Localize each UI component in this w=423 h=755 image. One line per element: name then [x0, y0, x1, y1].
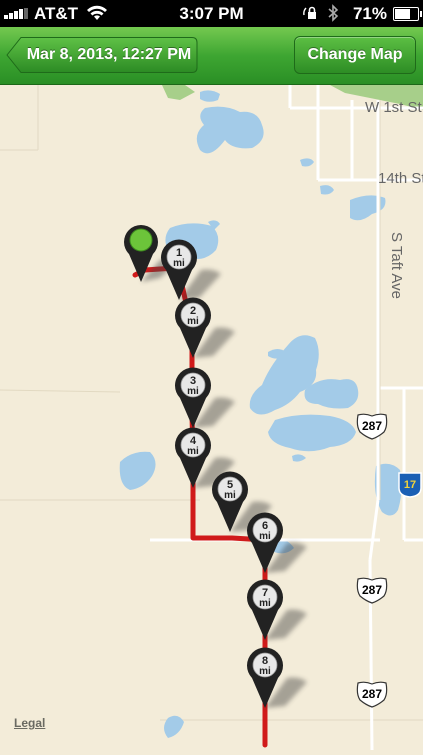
shield-number: 287	[362, 419, 382, 433]
back-button-label: Mar 8, 2013, 12:27 PM	[26, 46, 192, 63]
mile-unit: mi	[187, 446, 199, 457]
road-label: 14th St	[378, 170, 423, 187]
mile-unit: mi	[259, 598, 271, 609]
mile-unit: mi	[187, 316, 199, 327]
road-label: W 1st St	[365, 99, 423, 116]
back-button[interactable]: Mar 8, 2013, 12:27 PM	[6, 36, 198, 74]
status-bar: AT&T 3:07 PM 71%	[0, 0, 423, 27]
battery-icon	[393, 7, 422, 21]
state-route-shield: 17	[398, 472, 422, 498]
mile-unit: mi	[224, 490, 236, 501]
bluetooth-icon	[328, 4, 339, 22]
shield-number: 287	[362, 583, 382, 597]
orientation-lock-icon	[303, 6, 316, 19]
legal-link[interactable]: Legal	[14, 716, 45, 730]
map-view[interactable]: W 1st St 14th St S Taft Ave 1 mi 2 mi 3 mi 4 mi…	[0, 85, 423, 751]
mile-unit: mi	[259, 531, 271, 542]
battery-fill	[395, 9, 410, 19]
shield-number: 17	[404, 479, 416, 491]
start-pin-dot	[129, 228, 153, 252]
road-label: S Taft Ave	[388, 232, 405, 299]
mile-unit: mi	[259, 666, 271, 677]
navigation-bar: Mar 8, 2013, 12:27 PM Change Map	[0, 27, 423, 85]
shield-number: 287	[362, 687, 382, 701]
mile-unit: mi	[173, 258, 185, 269]
battery-percentage: 71%	[352, 4, 387, 23]
map-canvas[interactable]: W 1st St 14th St S Taft Ave 1mi2mi3mi4mi…	[0, 85, 423, 751]
change-map-button[interactable]: Change Map	[294, 36, 416, 74]
mile-unit: mi	[187, 386, 199, 397]
